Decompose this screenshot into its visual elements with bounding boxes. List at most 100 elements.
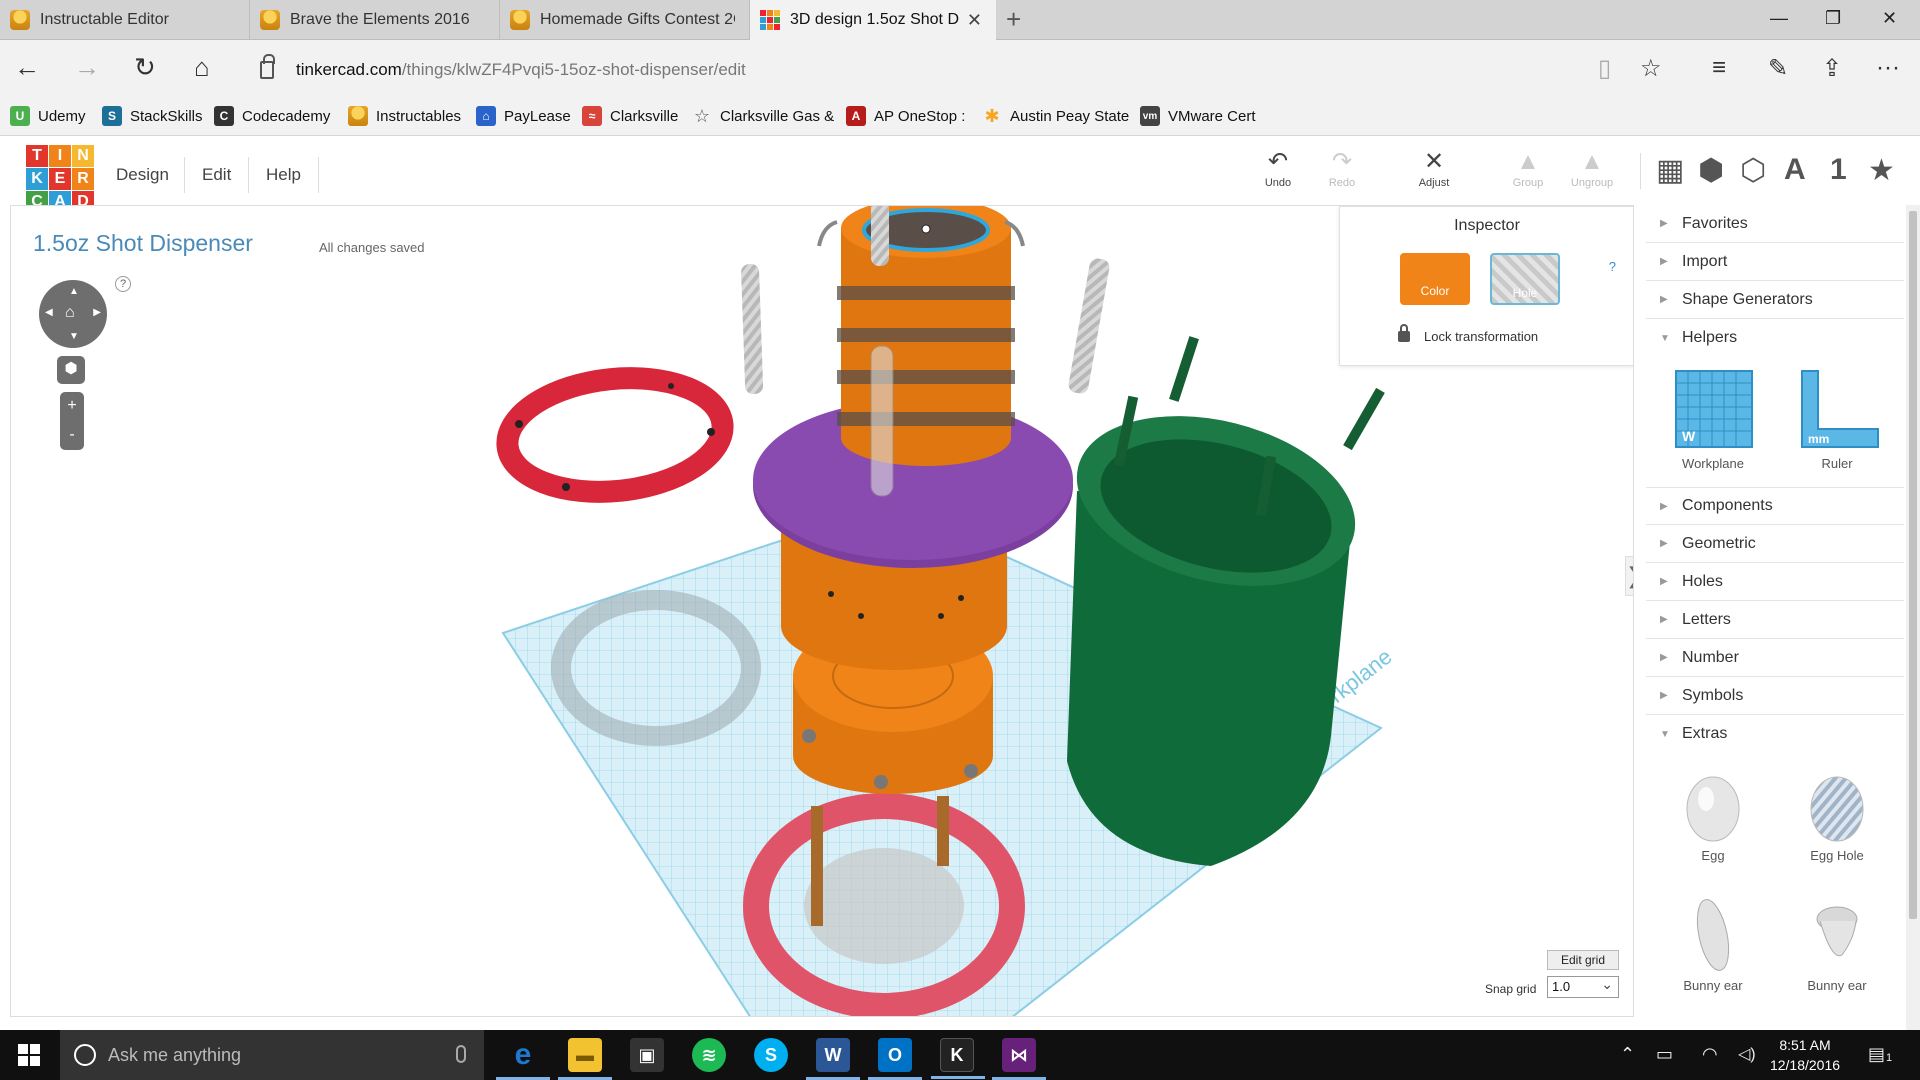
visual-studio-icon[interactable]: ⋈ bbox=[992, 1038, 1046, 1080]
favorite-star-icon[interactable]: ☆ bbox=[1640, 54, 1662, 83]
helper-workplane[interactable]: W Workplane bbox=[1668, 365, 1758, 471]
zoom-in-button[interactable]: + bbox=[60, 392, 84, 421]
view-cube-icon[interactable]: ⬢ bbox=[57, 356, 85, 384]
shape-bunny-ear-2[interactable]: Bunny ear bbox=[1792, 895, 1882, 993]
ungroup-button[interactable]: ▲ Ungroup bbox=[1562, 147, 1622, 189]
share-icon[interactable]: ⇪ bbox=[1822, 54, 1842, 83]
url-field[interactable]: tinkercad.com/things/klwZF4Pvqi5-15oz-sh… bbox=[260, 52, 1530, 88]
action-center-icon[interactable]: ▤ bbox=[1868, 1044, 1885, 1065]
section-holes[interactable]: ▶ Holes bbox=[1646, 563, 1904, 601]
bookmark-clarksville-gas[interactable]: ☆ Clarksville Gas & bbox=[692, 106, 834, 126]
close-window-button[interactable]: ✕ bbox=[1882, 8, 1897, 29]
wifi-icon[interactable]: ◠ bbox=[1702, 1044, 1718, 1065]
menu-help[interactable]: Help bbox=[266, 165, 301, 185]
logo-letter: I bbox=[49, 145, 71, 167]
workplane-viewport[interactable]: Workplane 1.5oz Shot Dispenser All chang… bbox=[10, 205, 1634, 1017]
group-button[interactable]: ▲ Group bbox=[1498, 147, 1558, 189]
browser-tab[interactable]: Homemade Gifts Contest 2C bbox=[500, 0, 750, 40]
color-swatch-button[interactable]: Color bbox=[1400, 253, 1470, 305]
bookmark-paylease[interactable]: ⌂ PayLease bbox=[476, 106, 571, 126]
number-icon[interactable]: 1 bbox=[1830, 153, 1847, 187]
browser-tab[interactable]: Brave the Elements 2016 bbox=[250, 0, 500, 40]
cortana-search-box[interactable]: Ask me anything bbox=[60, 1030, 484, 1080]
design-title[interactable]: 1.5oz Shot Dispenser bbox=[33, 230, 253, 257]
minimize-button[interactable]: — bbox=[1770, 8, 1788, 29]
hub-icon[interactable]: ≡ bbox=[1712, 54, 1726, 82]
skype-icon[interactable]: S bbox=[754, 1038, 788, 1072]
green-cup-shape[interactable] bbox=[1059, 336, 1385, 866]
red-ring-shape[interactable] bbox=[496, 367, 734, 503]
edge-icon[interactable]: e bbox=[496, 1038, 550, 1080]
section-letters[interactable]: ▶ Letters bbox=[1646, 601, 1904, 639]
panel-scrollbar[interactable] bbox=[1906, 205, 1920, 1030]
scrollbar-thumb[interactable] bbox=[1909, 211, 1917, 919]
section-number[interactable]: ▶ Number bbox=[1646, 639, 1904, 677]
new-tab-button[interactable]: + bbox=[1006, 6, 1021, 32]
windows-start-icon[interactable] bbox=[18, 1044, 40, 1066]
bookmark-stackskills[interactable]: S StackSkills bbox=[102, 106, 203, 126]
section-favorites[interactable]: ▶ Favorites bbox=[1646, 205, 1904, 243]
section-helpers[interactable]: ▼ Helpers bbox=[1646, 319, 1904, 357]
reading-view-icon[interactable]: ▯ bbox=[1598, 54, 1611, 83]
maximize-button[interactable]: ❐ bbox=[1825, 8, 1841, 29]
wireframe-view-icon[interactable]: ⬡ bbox=[1740, 153, 1766, 188]
word-icon[interactable]: W bbox=[806, 1038, 860, 1080]
grid-view-icon[interactable]: ▦ bbox=[1656, 153, 1684, 188]
star-favorites-icon[interactable]: ★ bbox=[1868, 153, 1895, 188]
shape-egg-hole[interactable]: Egg Hole bbox=[1792, 765, 1882, 863]
tool-label: Adjust bbox=[1418, 177, 1450, 189]
spotify-icon[interactable]: ≋ bbox=[692, 1038, 726, 1072]
microphone-icon[interactable] bbox=[456, 1045, 466, 1063]
bookmark-udemy[interactable]: U Udemy bbox=[10, 106, 86, 126]
close-tab-icon[interactable]: ✕ bbox=[967, 10, 982, 31]
redo-button[interactable]: ↷ Redo bbox=[1312, 147, 1372, 189]
kindle-icon[interactable]: K bbox=[931, 1038, 985, 1079]
shape-bunny-ear[interactable]: Bunny ear bbox=[1668, 895, 1758, 993]
section-import[interactable]: ▶ Import bbox=[1646, 243, 1904, 281]
battery-icon[interactable]: ▭ bbox=[1656, 1044, 1673, 1065]
section-shape-generators[interactable]: ▶ Shape Generators bbox=[1646, 281, 1904, 319]
web-note-icon[interactable]: ✎ bbox=[1768, 54, 1788, 83]
bookmark-instructables[interactable]: Instructables bbox=[348, 106, 461, 126]
zoom-out-button[interactable]: - bbox=[60, 421, 84, 450]
section-components[interactable]: ▶ Components bbox=[1646, 487, 1904, 525]
undo-button[interactable]: ↶ Undo bbox=[1248, 147, 1308, 189]
menu-edit[interactable]: Edit bbox=[202, 165, 231, 185]
outlook-icon[interactable]: O bbox=[868, 1038, 922, 1080]
view-orbit-control[interactable]: ▲ ▼ ◀ ▶ ⌂ bbox=[39, 280, 107, 348]
help-icon[interactable]: ? bbox=[115, 276, 131, 292]
section-symbols[interactable]: ▶ Symbols bbox=[1646, 677, 1904, 715]
bookmark-codecademy[interactable]: C Codecademy bbox=[214, 106, 330, 126]
inspector-help-icon[interactable]: ? bbox=[1609, 259, 1616, 274]
refresh-button[interactable]: ↻ bbox=[134, 52, 156, 82]
browser-tab-active[interactable]: 3D design 1.5oz Shot D ✕ bbox=[750, 0, 996, 40]
panel-toggle-arrow[interactable]: ❯ bbox=[1625, 556, 1633, 596]
hole-swatch-button[interactable]: Hole bbox=[1490, 253, 1560, 305]
text-letter-icon[interactable]: A bbox=[1784, 153, 1806, 187]
back-button[interactable]: ← bbox=[14, 52, 40, 82]
shape-egg[interactable]: Egg bbox=[1668, 765, 1758, 863]
more-menu-icon[interactable]: ··· bbox=[1876, 54, 1900, 82]
section-geometric[interactable]: ▶ Geometric bbox=[1646, 525, 1904, 563]
edit-grid-button[interactable]: Edit grid bbox=[1547, 950, 1619, 970]
menu-design[interactable]: Design bbox=[116, 165, 169, 185]
taskbar-clock[interactable]: 8:51 AM 12/18/2016 bbox=[1760, 1035, 1850, 1075]
store-icon[interactable]: ▣ bbox=[630, 1038, 664, 1072]
snap-grid-select[interactable]: 1.0 bbox=[1547, 974, 1619, 998]
lock-transformation-toggle[interactable]: Lock transformation bbox=[1398, 324, 1538, 344]
bookmark-vmware[interactable]: vm VMware Cert bbox=[1140, 106, 1256, 126]
volume-icon[interactable]: ◁) bbox=[1738, 1044, 1756, 1064]
tinkercad-logo[interactable]: T I N K E R C A D bbox=[26, 145, 94, 213]
helper-ruler[interactable]: mm Ruler bbox=[1792, 365, 1882, 471]
file-explorer-icon[interactable]: ▬ bbox=[558, 1038, 612, 1080]
bookmark-austin-peay[interactable]: ✱ Austin Peay State bbox=[982, 106, 1129, 126]
box-view-icon[interactable]: ⬢ bbox=[1698, 153, 1724, 188]
browser-tab[interactable]: Instructable Editor bbox=[0, 0, 250, 40]
bookmark-ap-onestop[interactable]: A AP OneStop : bbox=[846, 106, 965, 126]
adjust-button[interactable]: ✕ Adjust bbox=[1404, 147, 1464, 189]
forward-button[interactable]: → bbox=[74, 52, 100, 82]
section-extras[interactable]: ▼ Extras bbox=[1646, 715, 1904, 753]
home-button[interactable]: ⌂ bbox=[194, 52, 210, 82]
tray-expand-icon[interactable]: ⌃ bbox=[1620, 1044, 1635, 1065]
bookmark-clarksville[interactable]: ≈ Clarksville bbox=[582, 106, 678, 126]
